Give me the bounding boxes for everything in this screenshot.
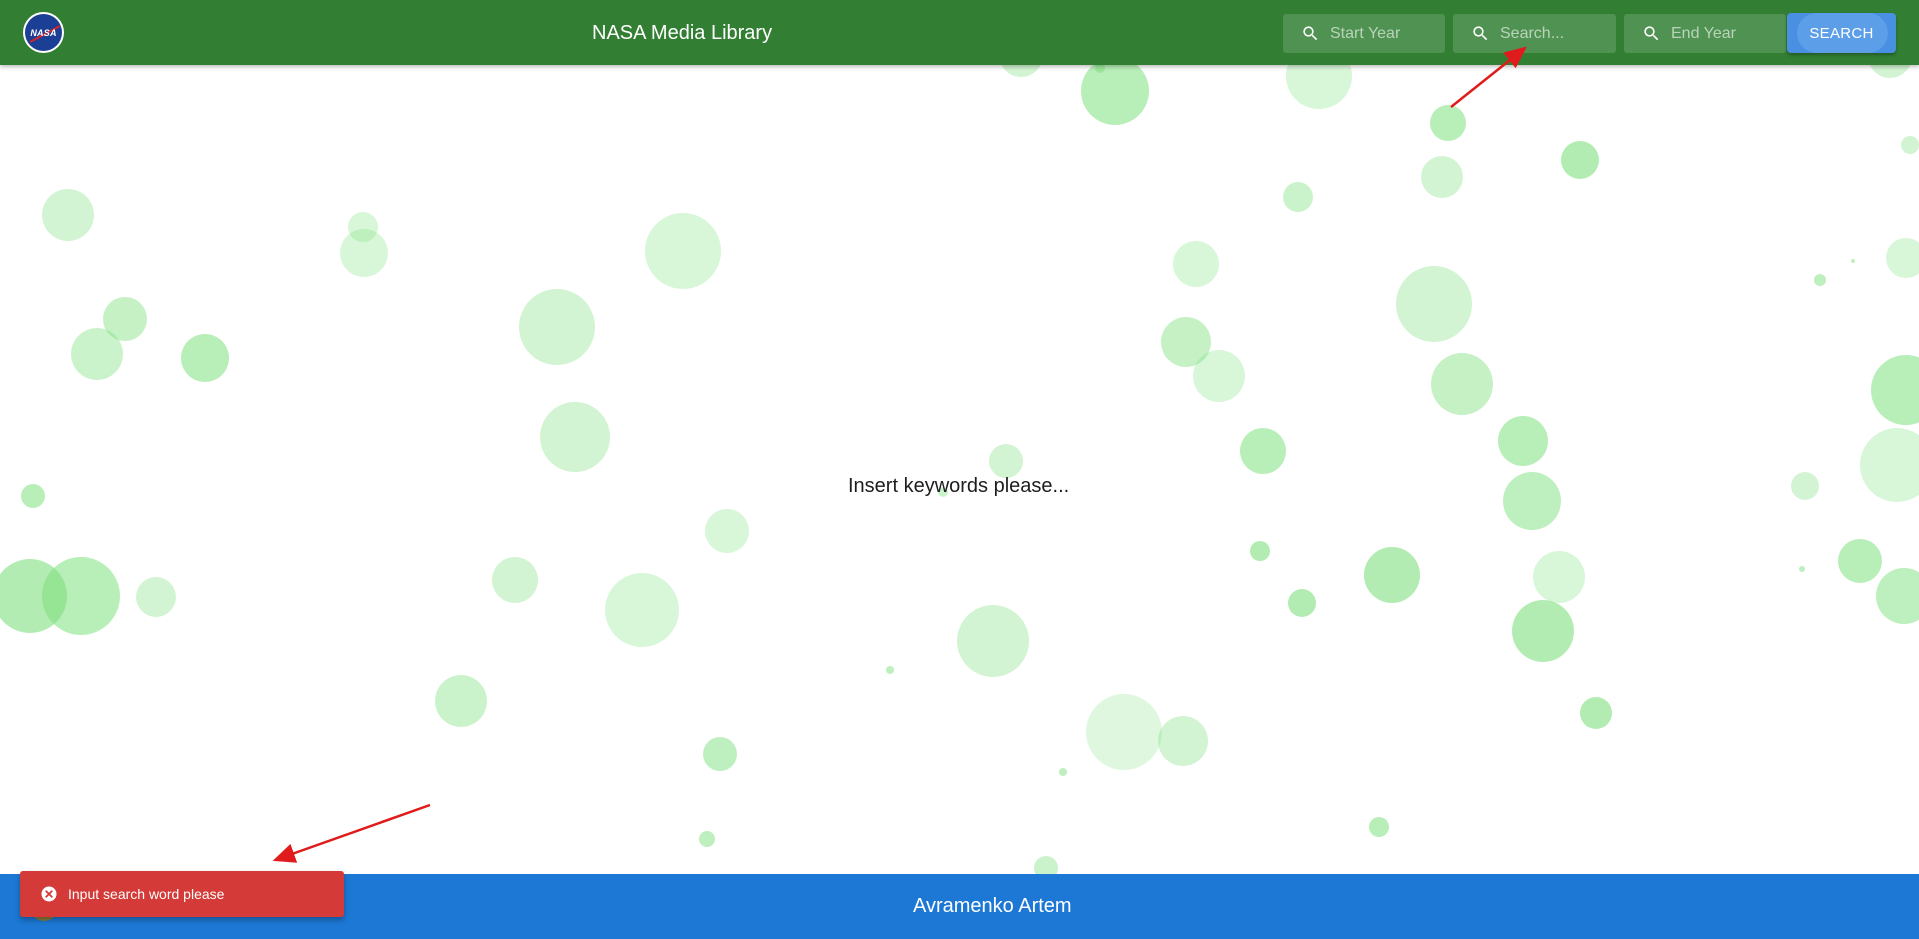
- bubble: [1430, 105, 1466, 141]
- bubble: [42, 189, 94, 241]
- toast-message: Input search word please: [68, 886, 225, 902]
- bubble: [886, 666, 894, 674]
- bubble: [1173, 241, 1219, 287]
- bubble: [1369, 817, 1389, 837]
- search-icon: [1473, 26, 1488, 41]
- bubble: [645, 213, 721, 289]
- bubble: [1288, 589, 1316, 617]
- bubble: [1250, 541, 1270, 561]
- start-year-input[interactable]: [1330, 14, 1440, 53]
- empty-state-message: Insert keywords please...: [848, 475, 1070, 497]
- bubble: [1364, 547, 1420, 603]
- bubble: [705, 509, 749, 553]
- bubble: [699, 831, 715, 847]
- bubble: [348, 212, 378, 242]
- annotation-arrow-toast: [272, 803, 431, 863]
- bubble: [989, 444, 1023, 478]
- bubble: [1421, 156, 1463, 198]
- end-year-field[interactable]: [1624, 14, 1786, 53]
- bubble: [1791, 472, 1819, 500]
- bubble: [1814, 274, 1826, 286]
- bubble: [1860, 428, 1919, 502]
- search-button-label: SEARCH: [1809, 24, 1874, 42]
- bubble: [1240, 428, 1286, 474]
- page-title: NASA Media Library: [592, 22, 773, 44]
- bubble: [1876, 568, 1919, 624]
- bubble: [1533, 551, 1585, 603]
- bubble: [1161, 317, 1211, 367]
- error-circle-icon: [41, 886, 57, 902]
- bubble: [605, 573, 679, 647]
- bubble: [1503, 472, 1561, 530]
- bubble: [492, 557, 538, 603]
- bubble: [1871, 355, 1919, 425]
- bubble: [1580, 697, 1612, 729]
- bubble: [1512, 600, 1574, 662]
- search-input[interactable]: [1500, 14, 1611, 53]
- bubble: [1498, 416, 1548, 466]
- search-field[interactable]: [1453, 14, 1616, 53]
- bubble: [181, 334, 229, 382]
- nasa-logo[interactable]: NASA: [23, 12, 64, 53]
- bubble: [1886, 238, 1919, 278]
- bubble: [957, 605, 1029, 677]
- bubble: [1193, 350, 1245, 402]
- bubble: [1081, 57, 1149, 125]
- search-icon: [1644, 26, 1659, 41]
- bubble: [103, 297, 147, 341]
- bubble: [0, 559, 67, 633]
- error-toast[interactable]: Input search word please: [20, 871, 344, 917]
- bubble: [1838, 539, 1882, 583]
- bubble: [136, 577, 176, 617]
- bubble: [1059, 768, 1067, 776]
- app-window: NASA NASA Media Library SEARCH Ins: [0, 0, 1919, 939]
- end-year-input[interactable]: [1671, 14, 1781, 53]
- nasa-logo-icon: NASA: [25, 14, 62, 51]
- bubble: [1431, 353, 1493, 415]
- search-button[interactable]: SEARCH: [1787, 13, 1896, 53]
- bubble: [519, 289, 595, 365]
- bubble: [1283, 182, 1313, 212]
- bubbles-background: [0, 0, 1919, 939]
- top-app-bar: NASA NASA Media Library SEARCH: [0, 0, 1919, 65]
- bubble: [1086, 694, 1162, 770]
- bubble: [1561, 141, 1599, 179]
- search-icon: [1303, 26, 1318, 41]
- author-name: Avramenko Artem: [913, 895, 1072, 917]
- bubble: [1158, 716, 1208, 766]
- bubble: [1396, 266, 1472, 342]
- bubble: [703, 737, 737, 771]
- bubble: [42, 557, 120, 635]
- annotation-arrows: [272, 46, 1527, 863]
- bubble: [340, 229, 388, 277]
- bubble: [1799, 566, 1805, 572]
- start-year-field[interactable]: [1283, 14, 1445, 53]
- bubble: [1851, 259, 1855, 263]
- bubble: [540, 402, 610, 472]
- bubble: [435, 675, 487, 727]
- bubble: [21, 484, 45, 508]
- bubble: [1901, 136, 1919, 154]
- logo-text: NASA: [30, 27, 57, 38]
- bubble: [71, 328, 123, 380]
